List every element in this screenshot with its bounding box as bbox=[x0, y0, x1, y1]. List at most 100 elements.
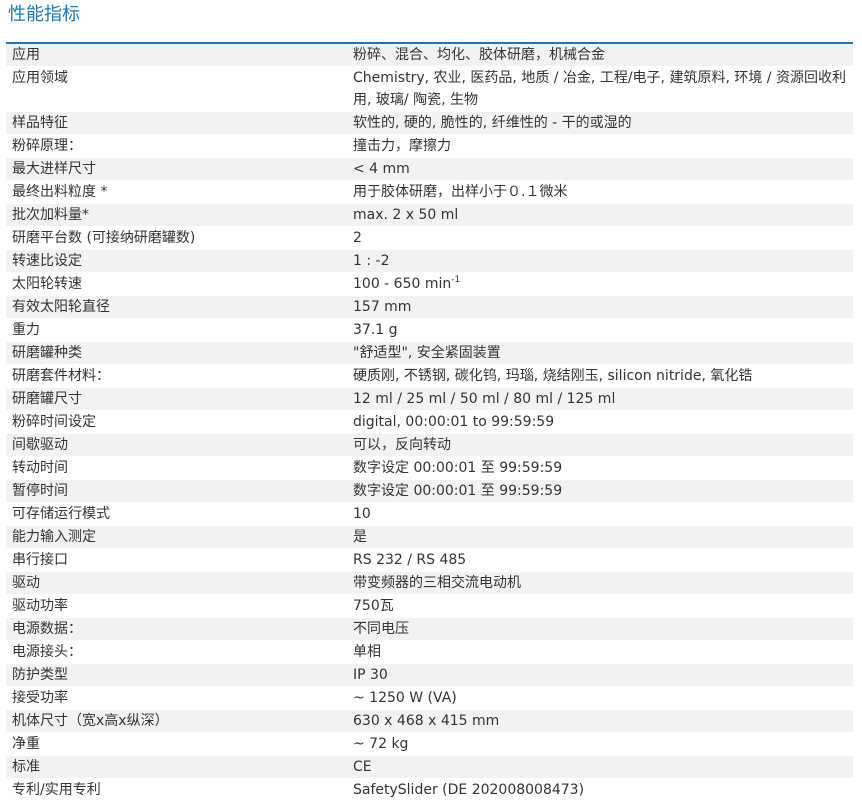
spec-value-text: 100 - 650 min bbox=[353, 276, 452, 292]
spec-value-text: 数字设定 00:00:01 至 99:59:59 bbox=[353, 483, 563, 499]
spec-label: 串行接口 bbox=[6, 548, 346, 572]
spec-label: 电源接头： bbox=[6, 640, 346, 664]
spec-value: 37.1 g bbox=[346, 318, 853, 342]
spec-value-text: < 4 mm bbox=[353, 161, 410, 177]
table-row: 粉碎原理： 撞击力，摩擦力 bbox=[6, 134, 853, 158]
spec-value-text: 可以，反向转动 bbox=[353, 437, 451, 453]
spec-value-text: IP 30 bbox=[353, 667, 388, 683]
spec-label: 应用领域 bbox=[6, 66, 346, 112]
spec-value: 157 mm bbox=[346, 295, 853, 319]
table-row: 应用领域 Chemistry, 农业, 医药品, 地质 / 冶金, 工程/电子, … bbox=[6, 66, 853, 112]
spec-value: 带变频器的三相交流电动机 bbox=[346, 571, 853, 595]
table-row: 应用 粉碎、混合、均化、胶体研磨，机械合金 bbox=[6, 44, 853, 67]
spec-value: 10 bbox=[346, 502, 853, 526]
spec-label: 电源数据： bbox=[6, 617, 346, 641]
spec-value-text: 12 ml / 25 ml / 50 ml / 80 ml / 125 ml bbox=[353, 391, 616, 407]
table-row: 最终出料粒度 * 用于胶体研磨，出样小于０.１微米 bbox=[6, 180, 853, 204]
table-row: 批次加料量* max. 2 x 50 ml bbox=[6, 203, 853, 227]
spec-label: 接受功率 bbox=[6, 686, 346, 710]
spec-value: 630 x 468 x 415 mm bbox=[346, 709, 853, 733]
spec-value: < 4 mm bbox=[346, 157, 853, 181]
table-row: 接受功率 ~ 1250 W (VA) bbox=[6, 686, 853, 710]
spec-value: 750瓦 bbox=[346, 594, 853, 618]
spec-value-text: 硬质刚, 不锈钢, 碳化钨, 玛瑙, 烧结刚玉, silicon nitride… bbox=[353, 368, 753, 384]
spec-label: 有效太阳轮直径 bbox=[6, 295, 346, 319]
spec-value: 粉碎、混合、均化、胶体研磨，机械合金 bbox=[346, 44, 853, 67]
table-row: 研磨平台数 (可接纳研磨罐数) 2 bbox=[6, 226, 853, 250]
spec-label: 驱动 bbox=[6, 571, 346, 595]
spec-value: max. 2 x 50 ml bbox=[346, 203, 853, 227]
table-row: 太阳轮转速 100 - 650 min-1 bbox=[6, 272, 853, 296]
spec-value: ~ 72 kg bbox=[346, 732, 853, 756]
spec-value: 用于胶体研磨，出样小于０.１微米 bbox=[346, 180, 853, 204]
spec-value-text: 不同电压 bbox=[353, 621, 409, 637]
spec-value: "舒适型", 安全紧固装置 bbox=[346, 341, 853, 365]
spec-value: 1 : -2 bbox=[346, 249, 853, 273]
spec-value-text: 撞击力，摩擦力 bbox=[353, 138, 451, 154]
table-row: 可存储运行模式 10 bbox=[6, 502, 853, 526]
spec-value-text: 软性的, 硬的, 脆性的, 纤维性的 - 干的或湿的 bbox=[353, 115, 632, 131]
table-row: 净重 ~ 72 kg bbox=[6, 732, 853, 756]
table-row: 研磨套件材料： 硬质刚, 不锈钢, 碳化钨, 玛瑙, 烧结刚玉, silicon … bbox=[6, 364, 853, 388]
spec-value: 可以，反向转动 bbox=[346, 433, 853, 457]
spec-value-text: 37.1 g bbox=[353, 322, 398, 338]
table-row: 机体尺寸（宽x高x纵深） 630 x 468 x 415 mm bbox=[6, 709, 853, 733]
spec-label: 研磨罐种类 bbox=[6, 341, 346, 365]
spec-value: digital, 00:00:01 to 99:59:59 bbox=[346, 410, 853, 434]
spec-label: 可存储运行模式 bbox=[6, 502, 346, 526]
table-row: 重力 37.1 g bbox=[6, 318, 853, 342]
spec-label: 标准 bbox=[6, 755, 346, 779]
spec-label: 能力输入测定 bbox=[6, 525, 346, 549]
table-row: 标准 CE bbox=[6, 755, 853, 779]
spec-label: 转动时间 bbox=[6, 456, 346, 480]
spec-value-text: ~ 72 kg bbox=[353, 736, 409, 752]
spec-value: 12 ml / 25 ml / 50 ml / 80 ml / 125 ml bbox=[346, 387, 853, 411]
spec-value-text: 630 x 468 x 415 mm bbox=[353, 713, 500, 729]
spec-value-text: RS 232 / RS 485 bbox=[353, 552, 467, 568]
spec-value: RS 232 / RS 485 bbox=[346, 548, 853, 572]
table-row: 电源数据： 不同电压 bbox=[6, 617, 853, 641]
spec-value: 软性的, 硬的, 脆性的, 纤维性的 - 干的或湿的 bbox=[346, 111, 853, 135]
spec-value: 100 - 650 min-1 bbox=[346, 272, 853, 296]
spec-value: IP 30 bbox=[346, 663, 853, 687]
spec-label: 最终出料粒度 * bbox=[6, 180, 346, 204]
spec-label: 粉碎时间设定 bbox=[6, 410, 346, 434]
spec-label: 应用 bbox=[6, 44, 346, 67]
spec-label: 专利/实用专利 bbox=[6, 778, 346, 802]
spec-value-text: 带变频器的三相交流电动机 bbox=[353, 575, 521, 591]
spec-value-text: 数字设定 00:00:01 至 99:59:59 bbox=[353, 460, 563, 476]
spec-value: CE bbox=[346, 755, 853, 779]
spec-label: 驱动功率 bbox=[6, 594, 346, 618]
table-row: 转速比设定 1 : -2 bbox=[6, 249, 853, 273]
spec-label: 太阳轮转速 bbox=[6, 272, 346, 296]
spec-label: 样品特征 bbox=[6, 111, 346, 135]
table-row: 驱动功率 750瓦 bbox=[6, 594, 853, 618]
spec-table: 应用 粉碎、混合、均化、胶体研磨，机械合金 应用领域 Chemistry, 农业, 医… bbox=[6, 44, 853, 802]
table-row: 研磨罐种类 "舒适型", 安全紧固装置 bbox=[6, 341, 853, 365]
spec-label: 粉碎原理： bbox=[6, 134, 346, 158]
spec-value: 数字设定 00:00:01 至 99:59:59 bbox=[346, 456, 853, 480]
table-row: 研磨罐尺寸 12 ml / 25 ml / 50 ml / 80 ml / 125… bbox=[6, 387, 853, 411]
spec-value-text: digital, 00:00:01 to 99:59:59 bbox=[353, 414, 555, 430]
spec-value-text: 是 bbox=[353, 529, 367, 545]
spec-value-exponent: -1 bbox=[451, 275, 461, 285]
spec-value: Chemistry, 农业, 医药品, 地质 / 冶金, 工程/电子, 建筑原料… bbox=[346, 66, 853, 112]
table-row: 暂停时间 数字设定 00:00:01 至 99:59:59 bbox=[6, 479, 853, 503]
spec-label: 重力 bbox=[6, 318, 346, 342]
spec-label: 净重 bbox=[6, 732, 346, 756]
spec-value-text: 750瓦 bbox=[353, 598, 394, 614]
spec-value: 数字设定 00:00:01 至 99:59:59 bbox=[346, 479, 853, 503]
spec-value-text: 用于胶体研磨，出样小于０.１微米 bbox=[353, 184, 568, 200]
section-title: 性能指标 bbox=[8, 4, 80, 25]
table-row: 粉碎时间设定 digital, 00:00:01 to 99:59:59 bbox=[6, 410, 853, 434]
spec-label: 防护类型 bbox=[6, 663, 346, 687]
spec-page: 性能指标 应用 粉碎、混合、均化、胶体研磨，机械合金 应用领域 Chemistry, … bbox=[0, 0, 862, 802]
table-row: 样品特征 软性的, 硬的, 脆性的, 纤维性的 - 干的或湿的 bbox=[6, 111, 853, 135]
spec-value: 单相 bbox=[346, 640, 853, 664]
spec-label: 暂停时间 bbox=[6, 479, 346, 503]
spec-value-text: 1 : -2 bbox=[353, 253, 390, 269]
table-row: 转动时间 数字设定 00:00:01 至 99:59:59 bbox=[6, 456, 853, 480]
table-row: 专利/实用专利 SafetySlider (DE 202008008473) bbox=[6, 778, 853, 802]
spec-value-text: max. 2 x 50 ml bbox=[353, 207, 459, 223]
table-row: 串行接口 RS 232 / RS 485 bbox=[6, 548, 853, 572]
